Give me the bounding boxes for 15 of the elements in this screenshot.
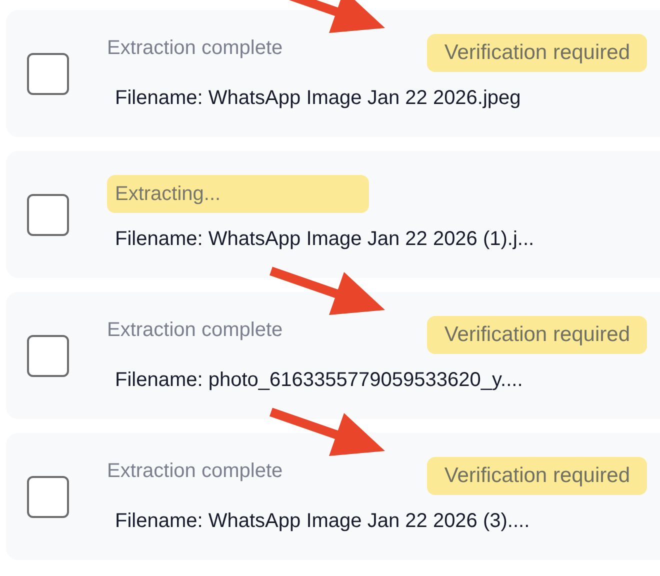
status-badge: Verification required — [427, 457, 647, 495]
checkbox[interactable] — [27, 476, 69, 518]
checkbox[interactable] — [27, 334, 69, 376]
status-badge: Extracting... — [107, 175, 369, 213]
filename-text: Filename: photo_6163355779059533620_y.... — [114, 369, 524, 392]
filename-text: Filename: WhatsApp Image Jan 22 2026 (1).j... — [114, 228, 536, 251]
checkbox[interactable] — [27, 194, 69, 236]
status-text: Extraction complete — [107, 318, 283, 342]
status-badge: Verification required — [427, 34, 647, 72]
status-text: Extraction complete — [107, 460, 283, 482]
checkbox[interactable] — [27, 52, 69, 94]
filename-text: Filename: WhatsApp Image Jan 22 2026.jpeg — [114, 87, 522, 110]
status-text: Extraction complete — [107, 36, 283, 60]
filename-text: Filename: WhatsApp Image Jan 22 2026 (3).... — [114, 510, 531, 533]
status-badge: Verification required — [427, 316, 647, 354]
